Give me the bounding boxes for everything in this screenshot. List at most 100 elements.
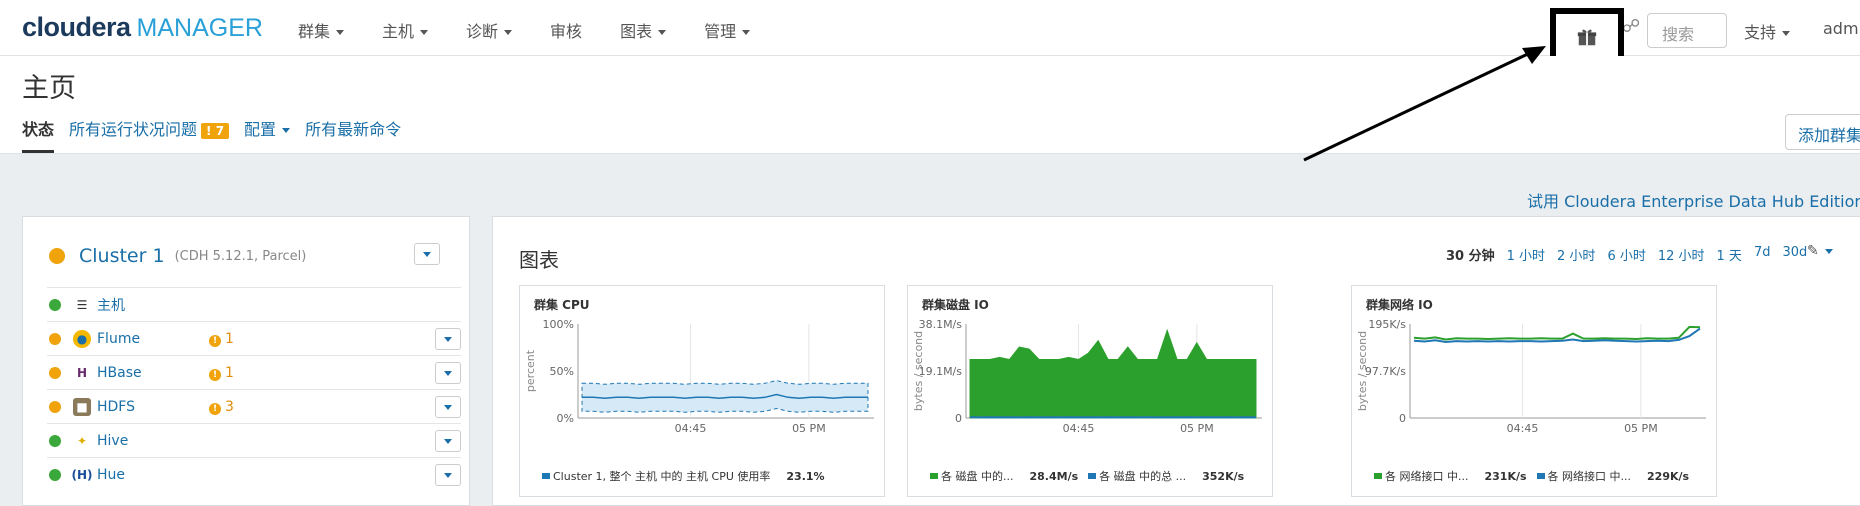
chart-legend: Cluster 1, 整个 主机 中的 主机 CPU 使用率23.1% — [542, 468, 835, 484]
service-name[interactable]: 主机 — [97, 295, 209, 315]
time-range-option[interactable]: 2 小时 — [1557, 245, 1595, 264]
service-name[interactable]: HDFS — [97, 399, 209, 415]
x-tick-label: 04:45 — [1063, 422, 1095, 435]
list-item[interactable]: (H) Hue — [47, 457, 461, 491]
trial-text: 试用 Cloudera Enterprise Data Hub Edition … — [1527, 192, 1860, 211]
legend-swatch — [930, 473, 938, 479]
nav-support[interactable]: 支持 — [1744, 19, 1790, 43]
status-ok-icon — [49, 299, 61, 311]
service-name[interactable]: Hive — [97, 433, 209, 449]
warning-icon: ! — [209, 335, 221, 347]
cluster-status-dot — [49, 248, 65, 264]
main-nav: 群集 主机 诊断 审核 图表 管理 — [298, 18, 788, 42]
time-range-option[interactable]: 6 小时 — [1607, 245, 1645, 264]
cloudera-manager-logo[interactable]: clouderaMANAGER — [22, 12, 263, 43]
alert-count[interactable]: !3 — [209, 399, 234, 415]
alert-count[interactable]: !1 — [209, 331, 234, 347]
nav-charts[interactable]: 图表 — [620, 18, 666, 42]
search-input[interactable]: 搜索 — [1647, 13, 1727, 48]
service-actions-button[interactable] — [435, 464, 461, 486]
chevron-down-icon — [1782, 31, 1790, 36]
service-actions-button[interactable] — [435, 430, 461, 452]
chart-title: 群集 CPU — [534, 296, 590, 313]
search-placeholder: 搜索 — [1662, 25, 1694, 44]
time-range-option[interactable]: 12 小时 — [1658, 245, 1705, 264]
nav-clusters[interactable]: 群集 — [298, 18, 344, 42]
chevron-down-icon — [336, 30, 344, 35]
cluster-actions-button[interactable] — [414, 243, 440, 265]
cluster-cpu-chart[interactable]: 群集 CPU 04:4505 PM100%50%0%percentCluster… — [519, 285, 885, 497]
time-range-option[interactable]: 30d — [1782, 245, 1807, 264]
legend-item[interactable]: 各 网络接口 中...231K/s — [1374, 468, 1527, 484]
y-axis-label: percent — [524, 349, 537, 392]
list-item[interactable]: ☰ 主机 — [47, 287, 461, 321]
alert-count[interactable]: !1 — [209, 365, 234, 381]
nav-audits[interactable]: 审核 — [550, 18, 582, 42]
tab-status-label: 状态 — [22, 120, 54, 139]
tab-recent-commands[interactable]: 所有最新命令 — [305, 116, 401, 153]
legend-item[interactable]: 各 磁盘 中的...28.4M/s — [930, 468, 1078, 484]
list-item[interactable]: ● Flume !1 — [47, 321, 461, 355]
list-item[interactable]: ■ HDFS !3 — [47, 389, 461, 423]
service-name[interactable]: HBase — [97, 365, 209, 381]
list-item[interactable]: H HBase !1 — [47, 355, 461, 389]
time-range-option[interactable]: 1 小时 — [1507, 245, 1545, 264]
y-tick-label: 38.1M/s — [919, 318, 963, 331]
list-item[interactable]: ✦ Hive — [47, 423, 461, 457]
nav-diagnostics[interactable]: 诊断 — [466, 18, 512, 42]
list-icon: ☰ — [73, 296, 91, 314]
legend-value: 352K/s — [1202, 470, 1244, 483]
x-tick-label: 04:45 — [1507, 422, 1539, 435]
time-range-option[interactable]: 7d — [1754, 245, 1771, 264]
y-tick-label: 19.1M/s — [919, 365, 963, 378]
tab-config-label: 配置 — [244, 120, 276, 139]
hive-icon: ✦ — [73, 432, 91, 450]
support-label: 支持 — [1744, 23, 1776, 42]
service-name[interactable]: Hue — [97, 467, 209, 483]
chevron-down-icon — [444, 337, 452, 342]
service-actions-button[interactable] — [435, 396, 461, 418]
time-range-option[interactable]: 1 天 — [1717, 245, 1742, 264]
legend-item[interactable]: Cluster 1, 整个 主机 中的 主机 CPU 使用率23.1% — [542, 468, 825, 484]
add-cluster-button[interactable]: 添加群集 — [1785, 114, 1860, 150]
y-tick-label: 0 — [955, 412, 962, 425]
cluster-disk-io-chart[interactable]: 群集磁盘 IO 04:4505 PM38.1M/s19.1M/s0bytes /… — [907, 285, 1273, 497]
time-range-option[interactable]: 30 分钟 — [1446, 245, 1495, 264]
trial-link[interactable]: 试用 Cloudera Enterprise Data Hub Edition … — [1527, 188, 1860, 212]
edit-icon[interactable]: ✎ — [1807, 243, 1833, 259]
nav-administration[interactable]: 管理 — [704, 18, 750, 42]
legend-item[interactable]: 各 网络接口 中...229K/s — [1537, 468, 1690, 484]
tab-health-issues[interactable]: 所有运行状况问题! 7 — [69, 116, 229, 153]
tab-health-issues-label: 所有运行状况问题 — [69, 120, 197, 139]
cluster-network-io-chart[interactable]: 群集网络 IO 04:4505 PM195K/s97.7K/s0bytes / … — [1351, 285, 1717, 497]
charts-panel: 图表 30 分钟1 小时2 小时6 小时12 小时1 天7d30d ✎ 群集 C… — [492, 216, 1860, 506]
cluster-name[interactable]: Cluster 1 — [79, 245, 165, 267]
service-name[interactable]: Flume — [97, 331, 209, 347]
cluster-version: (CDH 5.12.1, Parcel) — [175, 249, 307, 264]
service-actions-button[interactable] — [435, 328, 461, 350]
y-axis-label: bytes / second — [1356, 331, 1369, 411]
x-tick-label: 04:45 — [675, 422, 707, 435]
nav-hosts[interactable]: 主机 — [382, 18, 428, 42]
warning-icon: ! — [209, 369, 221, 381]
chart-legend: 各 磁盘 中的...28.4M/s 各 磁盘 中的总 ... 352K/s — [930, 468, 1254, 484]
y-tick-label: 97.7K/s — [1365, 365, 1406, 378]
legend-label: 各 磁盘 中的总 ... — [1099, 468, 1186, 484]
health-issues-count: 7 — [216, 124, 224, 138]
chevron-down-icon — [742, 30, 750, 35]
alert-count-value: 3 — [225, 399, 234, 415]
legend-swatch — [1537, 473, 1545, 479]
y-tick-label: 100% — [543, 318, 574, 331]
chevron-down-icon — [504, 30, 512, 35]
network-icon[interactable]: ☍ — [1622, 16, 1642, 38]
nav-user[interactable]: admin — [1823, 19, 1860, 38]
health-issues-badge: ! 7 — [201, 123, 229, 139]
legend-value: 229K/s — [1647, 470, 1689, 483]
y-tick-label: 0 — [1399, 412, 1406, 425]
tab-status[interactable]: 状态 — [22, 116, 54, 153]
service-actions-button[interactable] — [435, 362, 461, 384]
legend-item[interactable]: 各 磁盘 中的总 ... 352K/s — [1088, 468, 1244, 484]
chevron-down-icon — [420, 30, 428, 35]
chart-title: 群集网络 IO — [1366, 296, 1433, 313]
tab-config[interactable]: 配置 — [244, 116, 290, 153]
